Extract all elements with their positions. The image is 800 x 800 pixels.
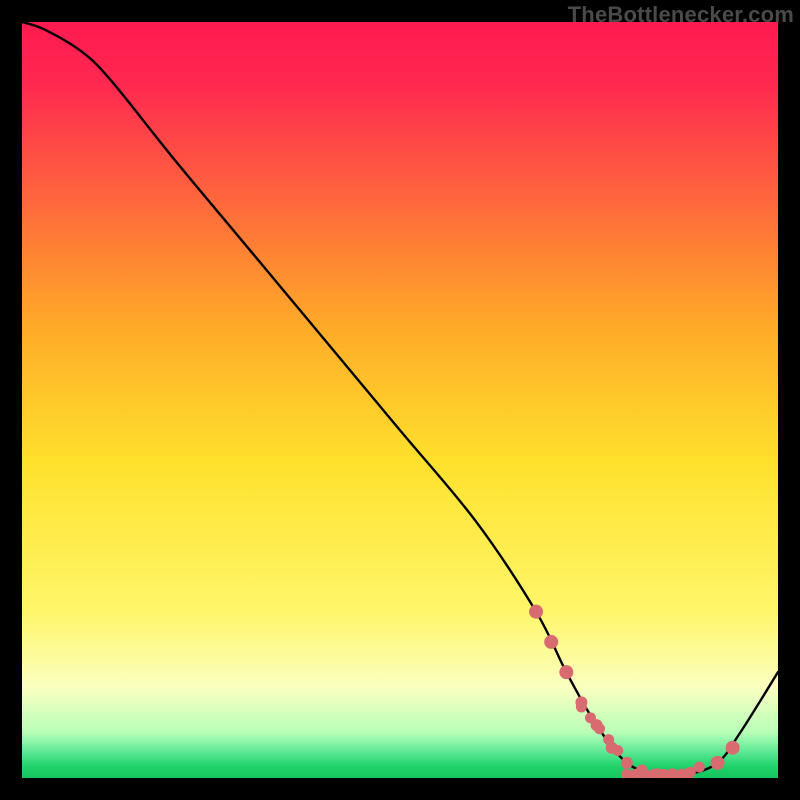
data-marker: [621, 757, 633, 769]
chart-svg: [22, 22, 778, 778]
data-marker: [559, 665, 573, 679]
data-marker: [603, 734, 614, 745]
data-marker: [594, 723, 605, 734]
chart-stage: TheBottlenecker.com: [0, 0, 800, 800]
data-marker: [612, 745, 623, 756]
data-marker: [576, 701, 587, 712]
data-marker: [529, 605, 543, 619]
data-marker: [711, 756, 725, 770]
data-marker: [585, 712, 596, 723]
data-marker: [694, 761, 705, 772]
data-marker: [544, 635, 558, 649]
gradient-background: [22, 22, 778, 778]
plot-area: [22, 22, 778, 778]
data-marker: [726, 741, 740, 755]
